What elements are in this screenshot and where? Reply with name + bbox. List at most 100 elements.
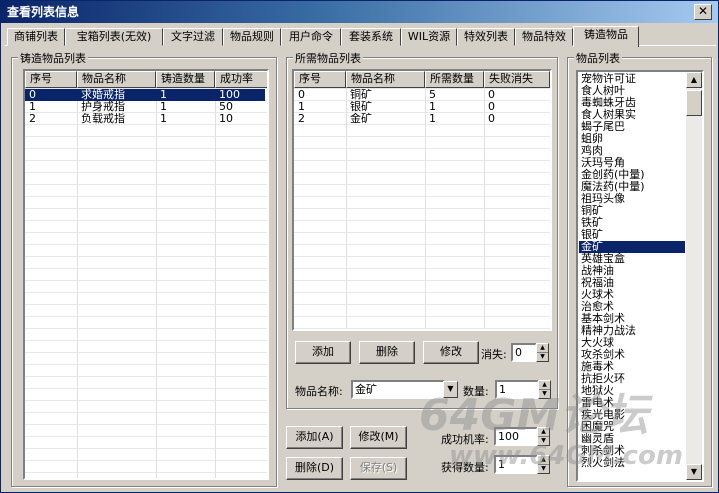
required-modify-button[interactable]: 修改: [423, 341, 479, 364]
column-header-item-name[interactable]: 物品名称: [346, 71, 425, 88]
spin-down-icon[interactable]: ▼: [538, 437, 549, 446]
cell-required-qty: 5: [429, 89, 436, 101]
quantity-label: 数量:: [463, 385, 489, 398]
tab-strip: 商铺列表 宝箱列表(无效) 文字过滤 物品规则 用户命令 套装系统 WIL资源 …: [5, 26, 716, 47]
required-item-legend: 所需物品列表: [293, 50, 363, 66]
success-rate-input[interactable]: 100: [494, 427, 538, 446]
required-add-button[interactable]: 添加: [295, 341, 351, 364]
spin-up-icon[interactable]: ▲: [538, 456, 549, 465]
cell-index: 1: [298, 101, 305, 113]
get-quantity-input[interactable]: 1: [494, 455, 538, 474]
tab-shop-list[interactable]: 商铺列表: [7, 28, 65, 46]
cell-required-qty: 1: [429, 101, 436, 113]
cell-index: 2: [298, 113, 305, 125]
success-rate-label: 成功机率:: [441, 433, 489, 446]
required-item-listview[interactable]: 序号 物品名称 所需数量 失败消失 0 铜矿 5 0 1 银矿 1 0 2 金矿…: [292, 69, 552, 331]
cell-item-name: 护身戒指: [81, 101, 125, 113]
scroll-down-icon[interactable]: ▼: [686, 464, 702, 480]
get-quantity-label: 获得数量:: [441, 461, 489, 474]
column-divider: [156, 88, 157, 478]
cell-item-name: 金矿: [350, 113, 372, 125]
tab-item-rules[interactable]: 物品规则: [223, 28, 281, 46]
cell-item-name: 银矿: [350, 101, 372, 113]
tab-wil-resources[interactable]: WIL资源: [401, 28, 457, 46]
forge-item-group: 铸造物品列表 序号 物品名称 铸造数量 成功率 0 求婚戒指 1 100 1 护…: [11, 50, 277, 487]
success-rate-spinner[interactable]: ▲ ▼: [537, 427, 550, 446]
column-header-success-rate[interactable]: 成功率: [215, 71, 267, 88]
modify-button[interactable]: 修改(M): [350, 426, 407, 449]
vanish-label: 消失:: [481, 348, 507, 361]
chevron-down-icon[interactable]: ▼: [443, 381, 458, 398]
cell-item-name: 求婚戒指: [81, 89, 125, 101]
forge-item-legend: 铸造物品列表: [18, 50, 88, 66]
tab-forge-items[interactable]: 铸造物品: [573, 26, 639, 47]
cell-success-rate: 50: [219, 101, 233, 113]
spin-down-icon[interactable]: ▼: [538, 465, 549, 474]
quantity-input[interactable]: 1: [495, 380, 539, 399]
table-row[interactable]: 2 负载戒指 1 10: [25, 113, 265, 125]
window-title: 查看列表信息: [7, 5, 80, 19]
spin-up-icon[interactable]: ▲: [538, 428, 549, 437]
cell-forge-qty: 1: [160, 113, 167, 125]
column-divider: [77, 88, 78, 478]
tab-user-commands[interactable]: 用户命令: [281, 28, 341, 46]
scroll-up-icon[interactable]: ▲: [686, 72, 702, 88]
cell-success-rate: 10: [219, 113, 233, 125]
item-name-combo[interactable]: 金矿: [351, 380, 445, 399]
table-row[interactable]: 0 求婚戒指 1 100: [25, 89, 265, 101]
scroll-thumb[interactable]: [686, 90, 702, 116]
cell-index: 1: [29, 101, 36, 113]
spin-down-icon[interactable]: ▼: [539, 390, 550, 399]
column-header-forge-qty[interactable]: 铸造数量: [156, 71, 215, 88]
main-window: 查看列表信息 ✕ 商铺列表 宝箱列表(无效) 文字过滤 物品规则 用户命令 套装…: [0, 0, 719, 493]
vanish-spinner[interactable]: ▲ ▼: [536, 343, 549, 362]
cell-item-name: 铜矿: [350, 89, 372, 101]
spin-down-icon[interactable]: ▼: [537, 353, 548, 362]
cell-success-rate: 100: [219, 89, 240, 101]
required-item-group: 所需物品列表 序号 物品名称 所需数量 失败消失 0 铜矿 5 0 1 银矿 1: [286, 50, 558, 409]
add-button[interactable]: 添加(A): [286, 426, 343, 449]
listview-header: 序号 物品名称 铸造数量 成功率: [25, 71, 267, 88]
title-bar: 查看列表信息 ✕: [1, 1, 718, 23]
close-button[interactable]: ✕: [694, 4, 712, 20]
item-list-legend: 物品列表: [574, 50, 622, 66]
tab-suit-system[interactable]: 套装系统: [341, 28, 401, 46]
required-delete-button[interactable]: 删除: [359, 341, 415, 364]
listview-grid: [25, 88, 267, 478]
column-header-index[interactable]: 序号: [294, 71, 346, 88]
cell-fail-vanish: 0: [488, 101, 495, 113]
column-divider: [215, 88, 216, 478]
cell-index: 2: [29, 113, 36, 125]
table-row[interactable]: 2 金矿 1 0: [294, 113, 550, 125]
forge-item-listview[interactable]: 序号 物品名称 铸造数量 成功率 0 求婚戒指 1 100 1 护身戒指 1 5…: [23, 69, 269, 480]
tab-effect-list[interactable]: 特效列表: [457, 28, 515, 46]
item-listbox[interactable]: 宠物许可证 食人树叶 毒蜘蛛牙齿 食人树果实 蝎子尾巴 蛆卵 鸡肉 沃玛号角 金创药(中量) 魔法…: [576, 70, 704, 482]
cell-fail-vanish: 0: [488, 113, 495, 125]
delete-button[interactable]: 删除(D): [286, 457, 343, 480]
table-row[interactable]: 1 护身戒指 1 50: [25, 101, 265, 113]
vanish-input[interactable]: 0: [511, 343, 537, 362]
tab-text-filter[interactable]: 文字过滤: [163, 28, 223, 46]
cell-fail-vanish: 0: [488, 89, 495, 101]
item-list-group: 物品列表 宠物许可证 食人树叶 毒蜘蛛牙齿 食人树果实 蝎子尾巴 蛆卵 鸡肉 沃玛号角 金创药(…: [567, 50, 712, 487]
spin-up-icon[interactable]: ▲: [539, 381, 550, 390]
table-row[interactable]: 0 铜矿 5 0: [294, 89, 550, 101]
column-header-required-qty[interactable]: 所需数量: [425, 71, 484, 88]
table-row[interactable]: 1 银矿 1 0: [294, 101, 550, 113]
cell-index: 0: [29, 89, 36, 101]
close-icon: ✕: [697, 4, 709, 18]
get-quantity-spinner[interactable]: ▲ ▼: [537, 455, 550, 474]
column-header-index[interactable]: 序号: [25, 71, 77, 88]
cell-required-qty: 1: [429, 113, 436, 125]
list-item[interactable]: 烈火剑法: [579, 457, 685, 469]
tab-item-effects[interactable]: 物品特效: [515, 28, 573, 46]
item-list-scrollbar[interactable]: ▲ ▼: [686, 72, 702, 480]
column-header-item-name[interactable]: 物品名称: [77, 71, 156, 88]
save-button[interactable]: 保存(S): [350, 457, 407, 480]
column-header-fail-vanish[interactable]: 失败消失: [484, 71, 550, 88]
cell-forge-qty: 1: [160, 101, 167, 113]
spin-up-icon[interactable]: ▲: [537, 344, 548, 353]
tab-treasure-box-list[interactable]: 宝箱列表(无效): [65, 28, 163, 46]
cell-forge-qty: 1: [160, 89, 167, 101]
quantity-spinner[interactable]: ▲ ▼: [538, 380, 551, 399]
